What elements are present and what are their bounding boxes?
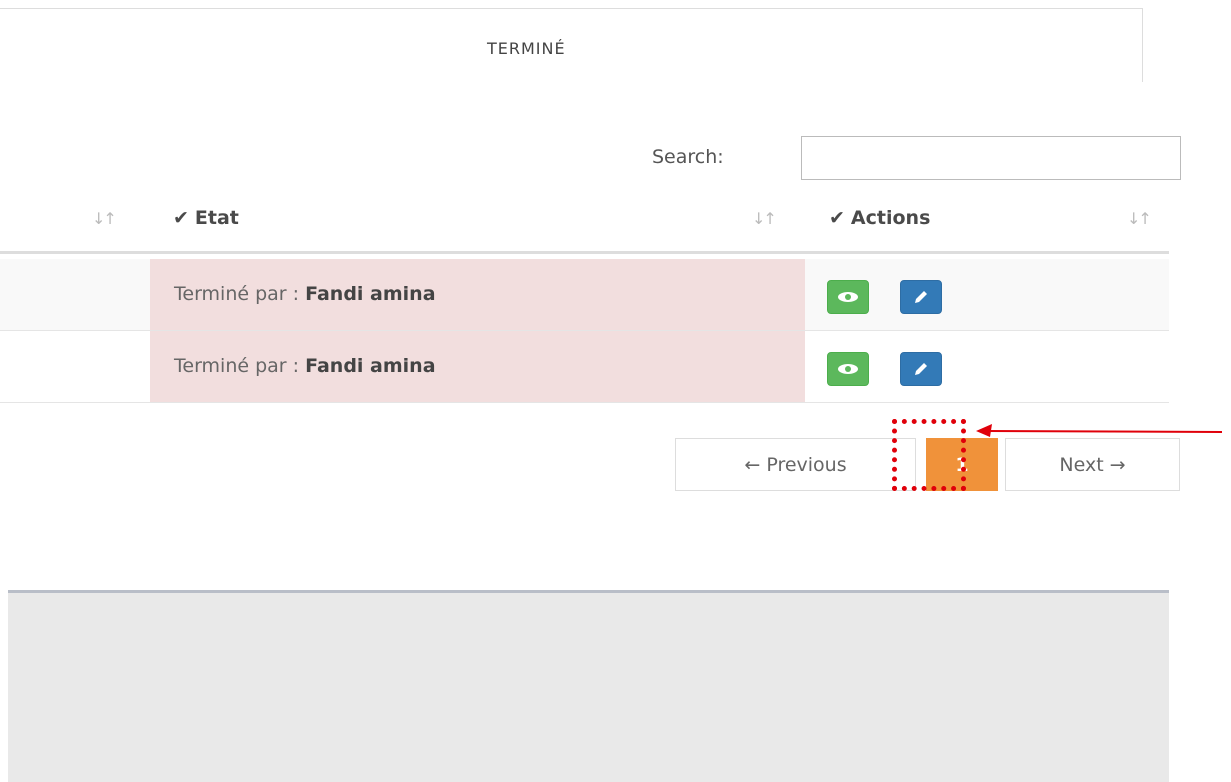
table-row: Terminé par : Fandi amina [0,259,1169,331]
etat-user-name: Fandi amina [305,355,436,377]
next-page-button[interactable]: Next → [1005,438,1180,491]
red-arrow-annotation [976,424,1223,437]
etat-text: Terminé par : Fandi amina [174,355,436,377]
sort-icon[interactable]: ↓↑ [752,209,777,228]
eye-icon [838,292,858,302]
sort-icon[interactable]: ↓↑ [92,209,117,228]
tab-termine[interactable]: TERMINÉ [0,8,1143,82]
sort-icon[interactable]: ↓↑ [1127,209,1152,228]
table-row: Terminé par : Fandi amina [0,331,1169,403]
annotation-highlight-box [892,419,966,491]
etat-cell: Terminé par : Fandi amina [150,259,805,330]
table-header: ↓↑ ✔ Etat ↓↑ ✔ Actions ↓↑ [0,192,1169,254]
column-header-etat[interactable]: ✔ Etat [173,207,239,229]
eye-icon [838,364,858,374]
search-label: Search: [652,146,724,168]
edit-button[interactable] [900,352,942,386]
tab-label: TERMINÉ [487,39,566,58]
etat-cell: Terminé par : Fandi amina [150,331,805,402]
previous-page-button[interactable]: ← Previous [675,438,916,491]
edit-button[interactable] [900,280,942,314]
view-button[interactable] [827,280,869,314]
pencil-icon [915,363,927,375]
search-input[interactable] [801,136,1181,180]
etat-text: Terminé par : Fandi amina [174,283,436,305]
pencil-icon [915,291,927,303]
footer-area [8,590,1169,782]
view-button[interactable] [827,352,869,386]
checkmark-icon: ✔ [829,207,845,229]
column-header-actions[interactable]: ✔ Actions [829,207,930,229]
checkmark-icon: ✔ [173,207,189,229]
etat-user-name: Fandi amina [305,283,436,305]
